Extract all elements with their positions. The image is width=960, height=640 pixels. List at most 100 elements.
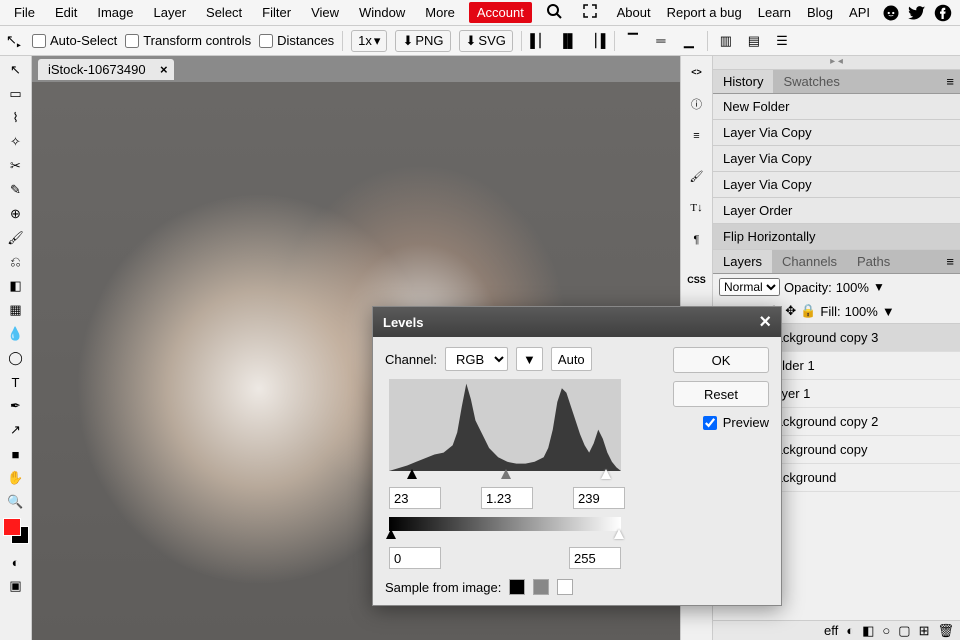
marquee-tool[interactable]: ▭ (2, 82, 30, 106)
history-item[interactable]: Flip Horizontally (713, 224, 960, 250)
align-right-icon[interactable]: ▕▐ (586, 31, 606, 51)
info-panel-icon[interactable]: ⓘ (683, 90, 711, 118)
auto-select-checkbox[interactable]: Auto-Select (32, 33, 117, 48)
zoom-tool[interactable]: 🔍 (2, 490, 30, 514)
crop-tool[interactable]: ✂ (2, 154, 30, 178)
menu-filter[interactable]: Filter (252, 1, 301, 24)
healing-tool[interactable]: ⊕ (2, 202, 30, 226)
facebook-icon[interactable] (933, 3, 953, 23)
export-scale-select[interactable]: 1x ▾ (351, 30, 387, 52)
input-black-slider[interactable] (407, 469, 417, 479)
brush-tool[interactable]: 🖌 (2, 226, 30, 250)
move-tool[interactable]: ↖ (2, 58, 30, 82)
status-icon[interactable]: ○ (882, 623, 890, 638)
status-icon[interactable]: ◧ (862, 623, 874, 639)
distribute-v-icon[interactable]: ▤ (744, 31, 764, 51)
status-icon[interactable]: 🗑 (937, 623, 954, 639)
reddit-icon[interactable] (881, 3, 901, 23)
input-gamma-slider[interactable] (501, 469, 511, 479)
layers-panel-menu-icon[interactable]: ≡ (940, 250, 960, 273)
sample-white-button[interactable] (557, 579, 573, 595)
opacity-value[interactable]: 100% (836, 280, 869, 295)
brush-panel-icon[interactable]: 🖌 (683, 162, 711, 190)
menu-edit[interactable]: Edit (45, 1, 87, 24)
status-icon[interactable]: ◐ (846, 623, 854, 638)
link-learn[interactable]: Learn (750, 1, 799, 24)
output-slider-track[interactable] (389, 531, 621, 541)
distribute-spacing-icon[interactable]: ☰ (772, 31, 792, 51)
lock-position-icon[interactable]: ✥ (785, 303, 796, 319)
tab-history[interactable]: History (713, 70, 773, 93)
hand-tool[interactable]: ✋ (2, 466, 30, 490)
channel-select[interactable]: RGB (445, 347, 508, 371)
transform-controls-checkbox[interactable]: Transform controls (125, 33, 251, 48)
output-white-slider[interactable] (614, 529, 624, 539)
history-item[interactable]: Layer Via Copy (713, 146, 960, 172)
css-panel-icon[interactable]: CSS (683, 266, 711, 294)
panel-collapse-arrows[interactable]: ▸ ◂ (713, 56, 960, 70)
input-slider-track[interactable] (389, 471, 621, 481)
close-tab-icon[interactable]: × (160, 62, 168, 77)
dialog-titlebar[interactable]: Levels × (373, 307, 781, 337)
export-svg-button[interactable]: ⬇ SVG (459, 30, 513, 52)
menu-more[interactable]: More (415, 1, 465, 24)
sample-gray-button[interactable] (533, 579, 549, 595)
history-item[interactable]: Layer Order (713, 198, 960, 224)
quickmask-toggle[interactable]: ◐ (2, 550, 30, 574)
tab-channels[interactable]: Channels (772, 250, 847, 273)
fill-value[interactable]: 100% (845, 304, 878, 319)
clone-stamp-tool[interactable]: ⎌ (2, 250, 30, 274)
history-item[interactable]: New Folder (713, 94, 960, 120)
ok-button[interactable]: OK (673, 347, 769, 373)
eraser-tool[interactable]: ◧ (2, 274, 30, 298)
align-bottom-icon[interactable]: ▁ (679, 31, 699, 51)
dodge-tool[interactable]: ◯ (2, 346, 30, 370)
menu-file[interactable]: File (4, 1, 45, 24)
export-png-button[interactable]: ⬇ PNG (395, 30, 450, 52)
sample-black-button[interactable] (509, 579, 525, 595)
input-white-field[interactable] (573, 487, 625, 509)
gradient-tool[interactable]: ▦ (2, 298, 30, 322)
close-dialog-icon[interactable]: × (759, 311, 771, 334)
magic-wand-tool[interactable]: ✧ (2, 130, 30, 154)
lock-all-icon[interactable]: 🔒 (800, 303, 816, 319)
link-blog[interactable]: Blog (799, 1, 841, 24)
link-report-bug[interactable]: Report a bug (659, 1, 750, 24)
reset-button[interactable]: Reset (673, 381, 769, 407)
type-tool[interactable]: T (2, 370, 30, 394)
menu-layer[interactable]: Layer (144, 1, 197, 24)
history-panel-menu-icon[interactable]: ≡ (940, 70, 960, 93)
account-button[interactable]: Account (469, 2, 532, 23)
pen-tool[interactable]: ✒ (2, 394, 30, 418)
blur-tool[interactable]: 💧 (2, 322, 30, 346)
eyedropper-tool[interactable]: ✎ (2, 178, 30, 202)
link-about[interactable]: About (609, 1, 659, 24)
menu-window[interactable]: Window (349, 1, 415, 24)
input-white-slider[interactable] (601, 469, 611, 479)
align-top-icon[interactable]: ▔ (623, 31, 643, 51)
status-icon[interactable]: ▢ (898, 623, 910, 639)
menu-view[interactable]: View (301, 1, 349, 24)
output-black-slider[interactable] (386, 529, 396, 539)
panel-collapse-icon[interactable]: <> (683, 58, 711, 86)
input-black-field[interactable] (389, 487, 441, 509)
search-icon[interactable] (536, 0, 572, 26)
screenmode-toggle[interactable]: ▣ (2, 574, 30, 598)
align-center-h-icon[interactable]: ▐▌ (558, 31, 578, 51)
adjustments-panel-icon[interactable]: ≡ (683, 122, 711, 150)
output-white-field[interactable] (569, 547, 621, 569)
color-swatch[interactable] (3, 518, 29, 544)
blend-mode-select[interactable]: Normal (719, 278, 780, 296)
history-item[interactable]: Layer Via Copy (713, 172, 960, 198)
twitter-icon[interactable] (907, 3, 927, 23)
foreground-color[interactable] (3, 518, 21, 536)
align-left-icon[interactable]: ▌▏ (530, 31, 550, 51)
align-middle-icon[interactable]: ═ (651, 31, 671, 51)
channel-menu-button[interactable]: ▼ (516, 347, 543, 371)
input-gamma-field[interactable] (481, 487, 533, 509)
auto-button[interactable]: Auto (551, 347, 592, 371)
output-black-field[interactable] (389, 547, 441, 569)
lasso-tool[interactable]: ⌇ (2, 106, 30, 130)
path-select-tool[interactable]: ↗ (2, 418, 30, 442)
tab-layers[interactable]: Layers (713, 250, 772, 273)
